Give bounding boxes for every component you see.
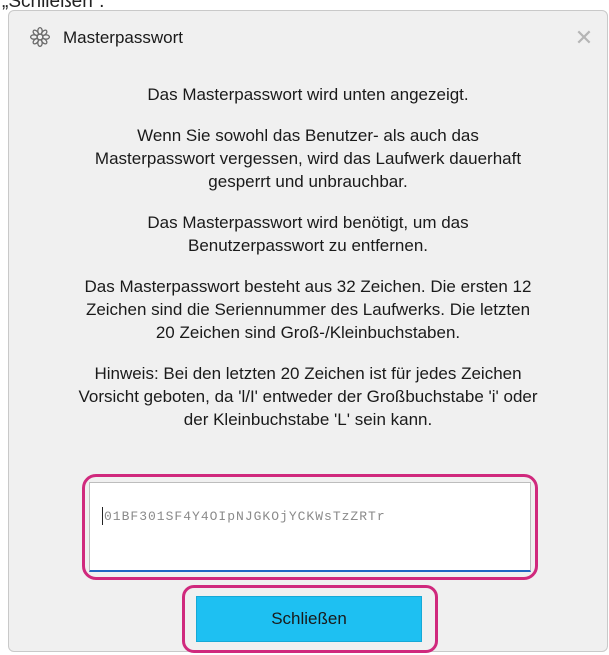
info-line: gesperrt und unbrauchbar. (208, 172, 408, 191)
info-paragraph: Das Masterpasswort wird unten angezeigt. (21, 83, 595, 106)
master-password-value[interactable]: 01BF301SF4Y4OIpNJGKOjYCKWsTzZRTr (104, 509, 520, 524)
info-line: Zeichen sind die Seriennummer des Laufwe… (85, 300, 531, 319)
dialog-titlebar: Masterpasswort ✕ (9, 11, 607, 63)
info-line: Wenn Sie sowohl das Benutzer- als auch d… (137, 126, 479, 145)
info-line: Das Masterpasswort besteht aus 32 Zeiche… (84, 277, 532, 296)
close-button[interactable]: Schließen (196, 596, 422, 642)
info-line: Benutzerpasswort zu entfernen. (187, 236, 429, 255)
info-line: Vorsicht geboten, da 'l/I' entweder der … (78, 387, 538, 406)
format-paragraph: Das Masterpasswort besteht aus 32 Zeiche… (21, 275, 595, 344)
info-line: Das Masterpasswort wird unten angezeigt. (147, 85, 469, 104)
gear-flower-icon (29, 26, 51, 48)
info-line: Das Masterpasswort wird benötigt, um das (147, 213, 469, 232)
dialog-message: Das Masterpasswort wird unten angezeigt.… (9, 83, 607, 449)
requirement-paragraph: Das Masterpasswort wird benötigt, um das… (21, 211, 595, 257)
text-caret (102, 507, 103, 525)
info-line: 20 Zeichen sind Groß-/Kleinbuchstaben. (155, 323, 461, 342)
close-icon[interactable]: ✕ (571, 25, 597, 51)
info-line: Masterpasswort vergessen, wird das Laufw… (94, 149, 522, 168)
dialog-title: Masterpasswort (63, 28, 183, 47)
warning-paragraph: Wenn Sie sowohl das Benutzer- als auch d… (21, 124, 595, 193)
info-line: Hinweis: Bei den letzten 20 Zeichen ist … (94, 364, 522, 383)
info-line: der Kleinbuchstabe 'L' sein kann. (183, 410, 433, 429)
master-password-field[interactable]: 01BF301SF4Y4OIpNJGKOjYCKWsTzZRTr (89, 482, 531, 572)
hint-paragraph: Hinweis: Bei den letzten 20 Zeichen ist … (21, 362, 595, 431)
